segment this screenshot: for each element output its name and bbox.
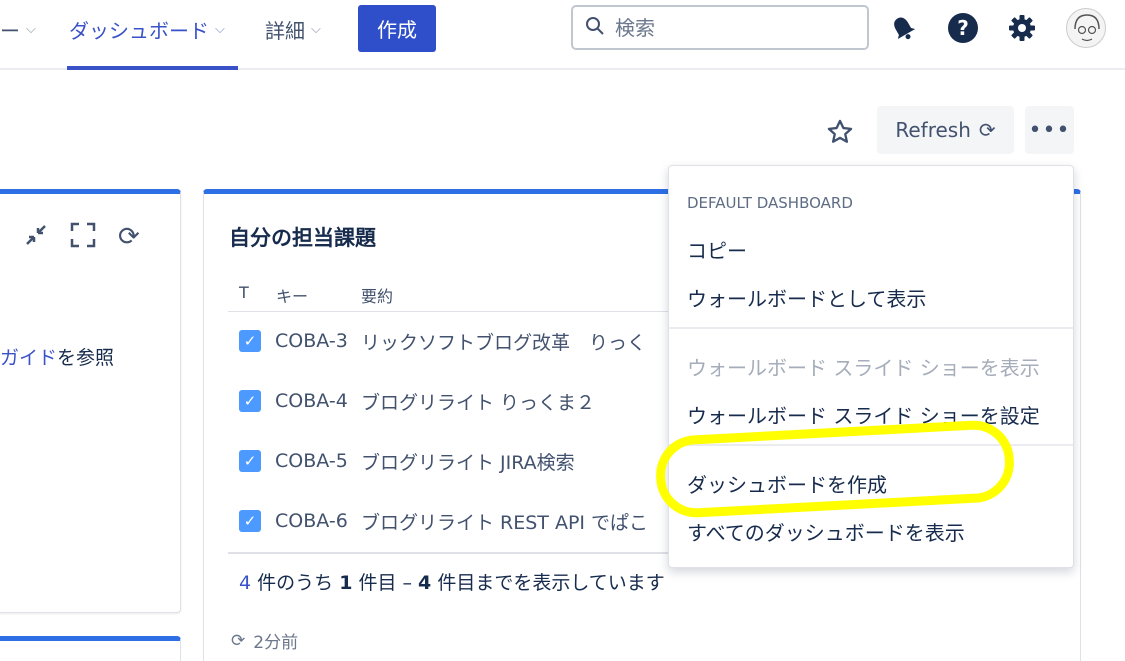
task-checkbox-icon: ✓: [239, 390, 261, 412]
help-icon[interactable]: ?: [943, 8, 983, 48]
search-input[interactable]: [615, 15, 855, 40]
left-gadget: [0, 189, 181, 613]
table-footer-divider: [228, 552, 668, 554]
column-header-key[interactable]: キー: [276, 283, 308, 307]
pagination-text: 件目 –: [352, 572, 419, 594]
more-actions-button[interactable]: •••: [1025, 106, 1074, 154]
menu-divider: [669, 444, 1073, 446]
task-checkbox-icon: ✓: [239, 450, 261, 472]
guide-link[interactable]: ガイド: [0, 347, 57, 369]
range-end: 4: [418, 572, 432, 594]
search-icon: [585, 16, 605, 40]
create-button[interactable]: 作成: [358, 5, 436, 52]
menu-item-view-slideshow: ウォールボード スライド ショーを表示: [687, 356, 1040, 380]
last-updated-time: 2分前: [253, 633, 299, 653]
nav-item-dashboard[interactable]: ダッシュボード ⌵: [69, 14, 225, 44]
last-updated: ⟳ 2分前: [231, 628, 299, 654]
issue-key-link[interactable]: COBA-6: [275, 510, 361, 532]
menu-section-heading: DEFAULT DASHBOARD: [687, 194, 853, 212]
user-avatar[interactable]: [1066, 8, 1106, 48]
issue-summary-link[interactable]: ブログリライト りっくま２: [361, 388, 595, 415]
column-header-type[interactable]: T: [239, 283, 249, 302]
left-gadget-actions: ⟳: [24, 222, 140, 252]
issue-key-link[interactable]: COBA-3: [275, 330, 361, 352]
table-row: ✓ COBA-5 ブログリライト JIRA検索: [239, 448, 575, 475]
chevron-down-icon: ⌵: [215, 21, 225, 37]
menu-item-create-dashboard[interactable]: ダッシュボードを作成: [687, 469, 887, 498]
search-box[interactable]: [571, 5, 869, 50]
gadget-refresh-icon[interactable]: ⟳: [118, 222, 140, 252]
range-start: 1: [339, 572, 353, 594]
svg-text:?: ?: [957, 16, 969, 40]
nav-item-details[interactable]: 詳細 ⌵: [265, 14, 321, 44]
settings-gear-icon[interactable]: [1002, 8, 1042, 48]
issue-summary-link[interactable]: ブログリライト REST API でぱこ: [361, 508, 648, 535]
left-gadget-2: [0, 636, 181, 661]
pagination-text: 件のうち: [251, 572, 340, 594]
minimize-icon[interactable]: [24, 223, 48, 251]
maximize-icon[interactable]: [70, 222, 96, 252]
nav-item-partial[interactable]: ー ⌵: [0, 14, 36, 44]
table-header-divider: [228, 311, 668, 312]
nav-item-dashboard-label: ダッシュボード: [69, 18, 209, 43]
nav-item-details-label: 詳細: [265, 18, 305, 43]
nav-item-partial-label: ー: [0, 18, 20, 43]
nav-active-indicator: [67, 66, 238, 70]
column-header-summary[interactable]: 要約: [361, 283, 393, 307]
refresh-icon[interactable]: ⟳: [231, 631, 245, 651]
menu-item-view-wallboard[interactable]: ウォールボードとして表示: [687, 283, 926, 312]
chevron-down-icon: ⌵: [26, 21, 36, 37]
dashboard-actions-menu: DEFAULT DASHBOARD コピー ウォールボードとして表示 ウォールボ…: [668, 165, 1074, 568]
left-gadget-text: ガイドを参照: [0, 343, 114, 370]
notifications-bell-icon[interactable]: [883, 8, 923, 48]
refresh-button[interactable]: Refresh ⟳: [877, 106, 1014, 154]
pagination-text: 件目までを表示しています: [431, 572, 665, 594]
top-navigation: ー ⌵ ダッシュボード ⌵ 詳細 ⌵ 作成 ?: [0, 0, 1125, 70]
menu-item-copy[interactable]: コピー: [687, 235, 747, 264]
menu-divider: [669, 327, 1073, 329]
issue-summary-link[interactable]: リックソフトブログ改革 りっく: [361, 328, 646, 355]
issue-key-link[interactable]: COBA-4: [275, 390, 361, 412]
table-row: ✓ COBA-6 ブログリライト REST API でぱこ: [239, 508, 648, 535]
task-checkbox-icon: ✓: [239, 330, 261, 352]
issue-summary-link[interactable]: ブログリライト JIRA検索: [361, 448, 575, 475]
left-gadget-text-rest: を参照: [57, 347, 115, 369]
table-row: ✓ COBA-3 リックソフトブログ改革 りっく: [239, 328, 646, 355]
chevron-down-icon: ⌵: [311, 21, 321, 37]
issue-key-link[interactable]: COBA-5: [275, 450, 361, 472]
pagination-summary: 4 件のうち 1 件目 – 4 件目までを表示しています: [239, 568, 665, 595]
table-row: ✓ COBA-4 ブログリライト りっくま２: [239, 388, 595, 415]
task-checkbox-icon: ✓: [239, 510, 261, 532]
refresh-icon: ⟳: [978, 118, 996, 142]
star-icon[interactable]: [820, 112, 860, 152]
gadget-title: 自分の担当課題: [229, 226, 376, 250]
total-count[interactable]: 4: [239, 572, 251, 594]
menu-item-slideshow-settings[interactable]: ウォールボード スライド ショーを設定: [687, 400, 1040, 429]
menu-item-view-all-dashboards[interactable]: すべてのダッシュボードを表示: [687, 517, 965, 546]
refresh-button-label: Refresh: [895, 118, 971, 142]
